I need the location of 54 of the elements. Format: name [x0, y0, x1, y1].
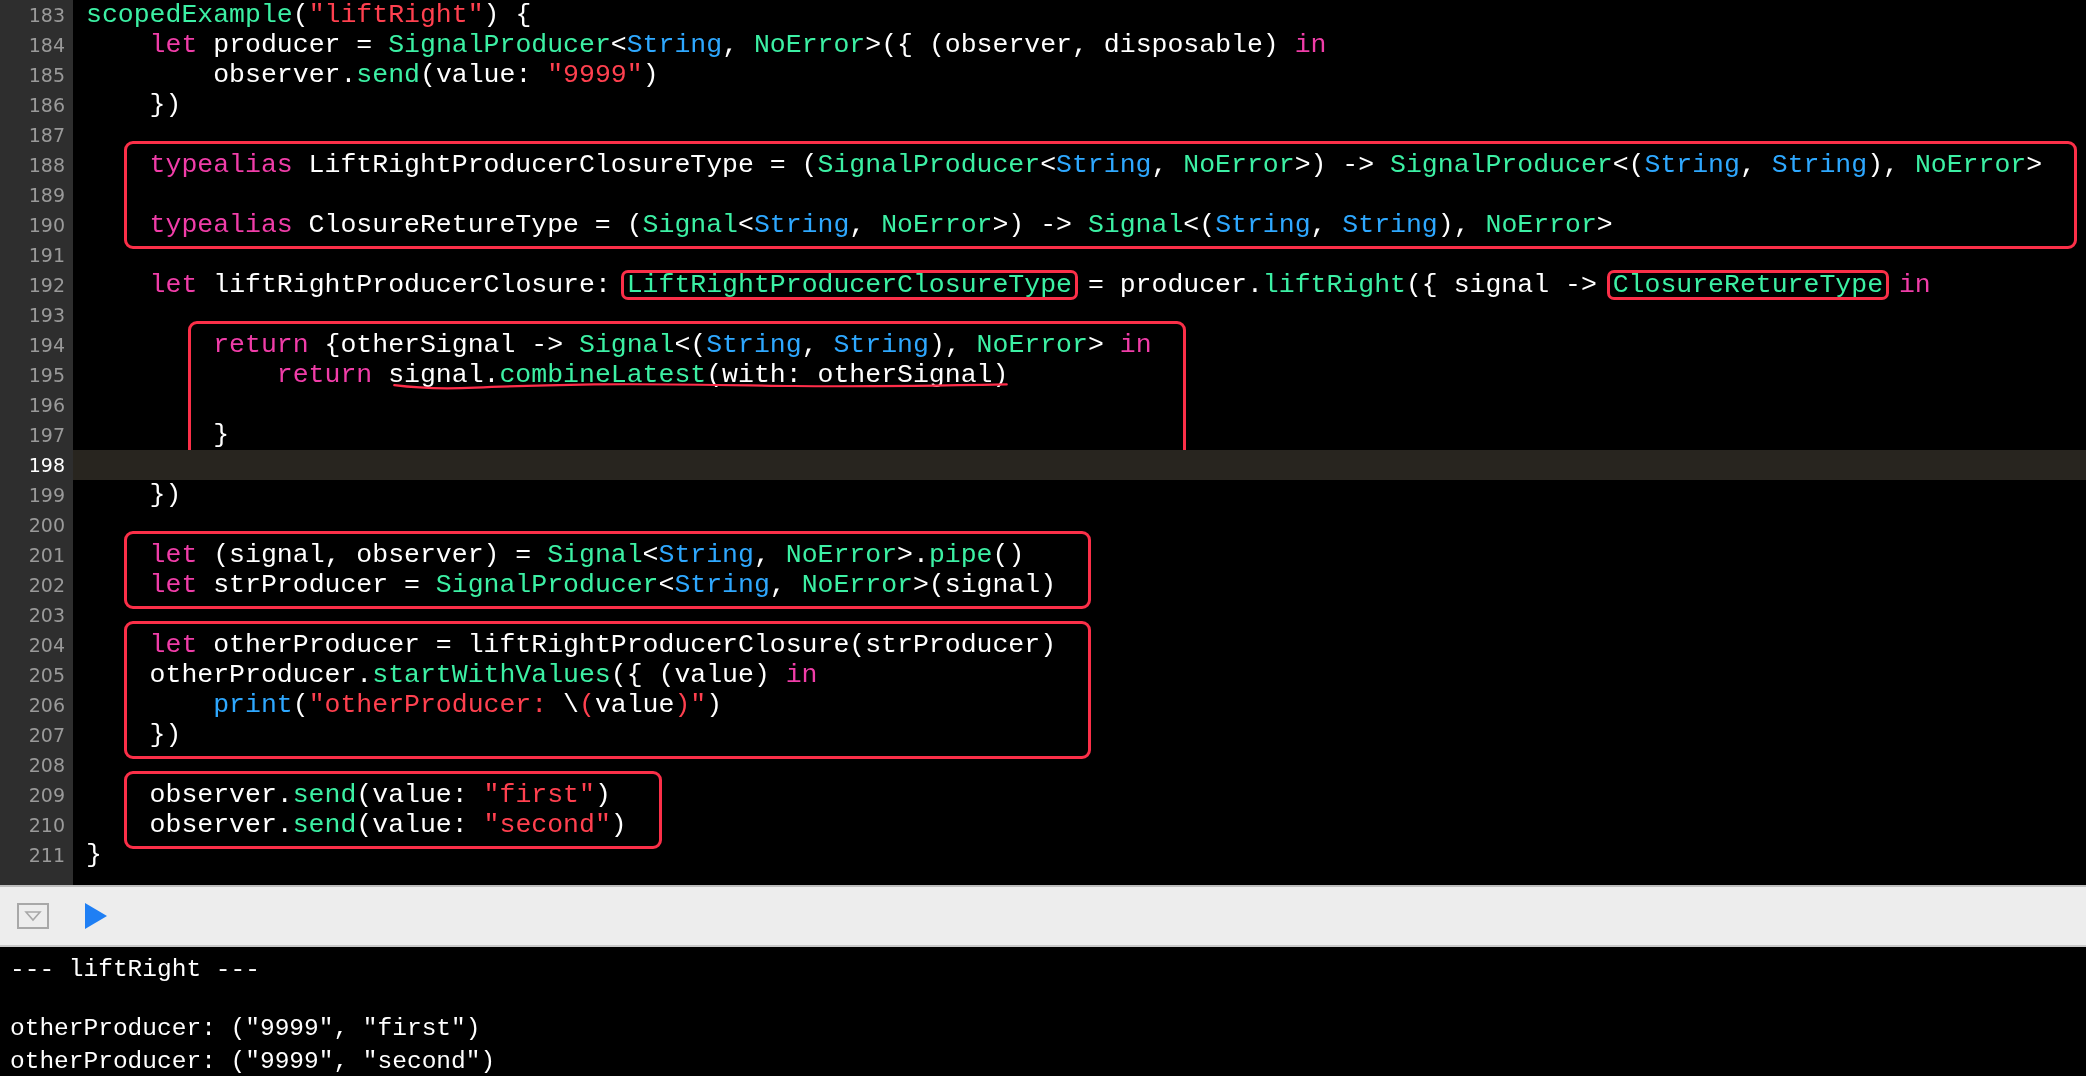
line-number: 192: [27, 273, 66, 298]
line-number: 207: [27, 723, 66, 748]
line-number: 190: [27, 213, 66, 238]
console-line: --- liftRight ---: [10, 955, 261, 985]
line-number: 201: [27, 543, 66, 568]
code-line: let (signal, observer) = Signal<String, NoError>.pipe(): [149, 540, 1025, 570]
code-line: }): [148, 480, 182, 510]
line-number: 209: [27, 783, 66, 808]
code-line: let otherProducer = liftRightProducerClosure(strProducer): [149, 630, 1057, 660]
code-line: let strProducer = SignalProducer<String, NoError>(signal): [149, 570, 1057, 600]
code-line: return signal.combineLatest(with: otherSignal): [275, 360, 1009, 390]
line-number: 198: [27, 453, 66, 478]
code-line: }): [149, 720, 182, 750]
code-line: observer.send(value: "second"): [149, 810, 627, 840]
code-line: let liftRightProducerClosure: LiftRightProducerClosureType = producer.liftRight({ signal -> ClosureRetureType in: [148, 270, 1931, 300]
line-number: 191: [27, 243, 66, 268]
line-number: 200: [27, 513, 66, 538]
line-number: 208: [27, 753, 66, 778]
line-number: 210: [27, 813, 66, 838]
line-number: 205: [27, 663, 66, 688]
line-number: 199: [27, 483, 66, 508]
hide-console-icon[interactable]: [17, 903, 49, 929]
line-number: 203: [27, 603, 66, 628]
code-line: print("otherProducer: \(value)"): [212, 690, 723, 720]
line-number: 206: [27, 693, 66, 718]
line-number: 187: [27, 123, 66, 148]
code-line: observer.send(value: "first"): [149, 780, 611, 810]
code-line: typealias LiftRightProducerClosureType = (SignalProducer<String, NoError>) -> SignalProducer<(String, String), NoError>: [149, 150, 2043, 180]
code-line: }: [213, 420, 230, 450]
line-number: 197: [27, 423, 66, 448]
line-number: 196: [27, 393, 66, 418]
console-line: otherProducer: ("9999", "second"): [10, 1047, 497, 1076]
code-line: }: [86, 840, 102, 870]
code-line: let producer = SignalProducer<String, NoError>({ (observer, disposable) in: [148, 30, 1327, 60]
console-line: otherProducer: ("9999", "first"): [10, 1014, 482, 1044]
line-number: 204: [27, 633, 66, 658]
code-line: otherProducer.startWithValues({ (value) in: [149, 660, 818, 690]
line-number: 194: [27, 333, 66, 358]
line-number: 195: [27, 363, 66, 388]
line-number: 185: [27, 63, 66, 88]
line-number: 211: [27, 843, 66, 868]
line-number: 193: [27, 303, 66, 328]
line-number: 189: [27, 183, 66, 208]
line-number: 184: [27, 33, 66, 58]
run-icon[interactable]: [85, 903, 107, 929]
code-line: typealias ClosureRetureType = (Signal<String, NoError>) -> Signal<(String, String), NoError>: [149, 210, 1613, 240]
code-line: scopedExample("liftRight") {: [86, 0, 532, 30]
line-number: 183: [27, 3, 66, 28]
code-line: observer.send(value: "9999"): [212, 60, 659, 90]
line-number: 188: [27, 153, 66, 178]
code-line: }): [148, 90, 182, 120]
code-line: return {otherSignal -> Signal<(String, String), NoError> in: [213, 330, 1152, 360]
line-number: 186: [27, 93, 66, 118]
line-number: 202: [27, 573, 66, 598]
